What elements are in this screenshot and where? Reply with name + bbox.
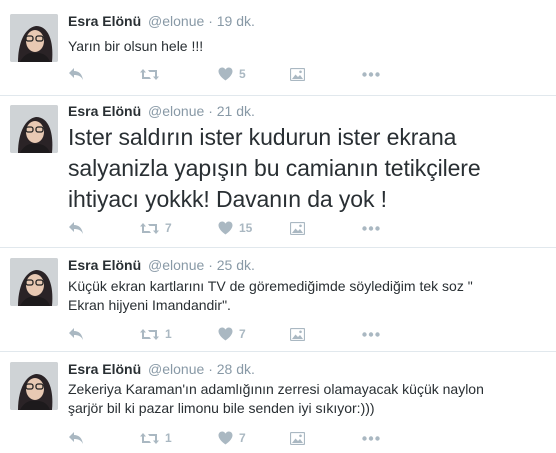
media-icon xyxy=(290,327,305,341)
retweet-button[interactable]: 1 xyxy=(140,326,172,342)
retweet-icon xyxy=(140,432,159,444)
retweet-icon xyxy=(140,328,159,340)
separator: · xyxy=(208,103,213,119)
media-icon xyxy=(290,431,305,445)
tweet-text-line: şarjör bil ki pazar limonu bile senden i… xyxy=(68,400,375,416)
tweet-actions: 1 7 xyxy=(68,430,548,446)
like-count: 7 xyxy=(239,327,246,341)
timestamp[interactable]: 25 dk. xyxy=(217,257,255,273)
media-icon xyxy=(290,67,305,81)
tweet-header: Esra Elönü @elonue · 19 dk. xyxy=(68,12,255,30)
reply-icon xyxy=(69,222,83,234)
tweet-actions: 1 7 xyxy=(68,326,548,342)
retweet-button[interactable]: 7 xyxy=(140,220,172,236)
author-handle[interactable]: @elonue xyxy=(148,257,204,273)
like-button[interactable]: 5 xyxy=(218,66,246,82)
reply-button[interactable] xyxy=(68,430,84,446)
tweet-text: Küçük ekran kartlarını TV de göremediğim… xyxy=(68,277,538,315)
author-name[interactable]: Esra Elönü xyxy=(68,103,141,119)
more-icon xyxy=(362,71,380,77)
media-icon xyxy=(290,221,305,235)
tweet-text-line: Ekran hijyeni Imandandir". xyxy=(68,297,231,313)
heart-icon xyxy=(218,431,233,445)
more-icon xyxy=(362,225,380,231)
tweet[interactable]: Esra Elönü @elonue · 25 dk. Küçük ekran … xyxy=(0,248,556,352)
reply-icon xyxy=(69,432,83,444)
tweet-header: Esra Elönü @elonue · 25 dk. xyxy=(68,256,255,274)
avatar[interactable] xyxy=(10,14,58,62)
timestamp[interactable]: 21 dk. xyxy=(217,103,255,119)
media-button[interactable] xyxy=(290,326,305,342)
more-icon xyxy=(362,435,380,441)
tweet-text-line: ihtiyacı yokkk! Davanın da yok ! xyxy=(68,186,387,212)
timestamp[interactable]: 19 dk. xyxy=(217,13,255,29)
more-button[interactable] xyxy=(362,66,380,82)
avatar[interactable] xyxy=(10,105,58,153)
more-button[interactable] xyxy=(362,326,380,342)
tweet[interactable]: Esra Elönü @elonue · 28 dk. Zekeriya Kar… xyxy=(0,352,556,453)
retweet-icon xyxy=(140,68,159,80)
tweet[interactable]: Esra Elönü @elonue · 21 dk. Ister saldır… xyxy=(0,96,556,248)
author-handle[interactable]: @elonue xyxy=(148,103,204,119)
reply-button[interactable] xyxy=(68,66,84,82)
reply-button[interactable] xyxy=(68,220,84,236)
like-count: 7 xyxy=(239,431,246,445)
separator: · xyxy=(208,13,213,29)
reply-icon xyxy=(69,328,83,340)
author-handle[interactable]: @elonue xyxy=(148,361,204,377)
retweet-count: 1 xyxy=(165,327,172,341)
retweet-button[interactable] xyxy=(140,66,165,82)
tweet-text: Yarın bir olsun hele !!! xyxy=(68,37,538,56)
tweet-actions: 5 xyxy=(68,66,548,82)
more-icon xyxy=(362,331,380,337)
like-button[interactable]: 7 xyxy=(218,430,246,446)
more-button[interactable] xyxy=(362,220,380,236)
reply-button[interactable] xyxy=(68,326,84,342)
avatar[interactable] xyxy=(10,362,58,410)
tweet-text-line: Yarın bir olsun hele !!! xyxy=(68,38,204,54)
heart-icon xyxy=(218,221,233,235)
media-button[interactable] xyxy=(290,220,305,236)
author-name[interactable]: Esra Elönü xyxy=(68,13,141,29)
author-name[interactable]: Esra Elönü xyxy=(68,361,141,377)
tweet-text-line: Ister saldırın ister kudurun ister ekran… xyxy=(68,124,457,150)
avatar[interactable] xyxy=(10,258,58,306)
retweet-icon xyxy=(140,222,159,234)
more-button[interactable] xyxy=(362,430,380,446)
retweet-count: 1 xyxy=(165,431,172,445)
like-button[interactable]: 7 xyxy=(218,326,246,342)
tweet-feed: Esra Elönü @elonue · 19 dk. Yarın bir ol… xyxy=(0,0,556,453)
tweet-header: Esra Elönü @elonue · 28 dk. xyxy=(68,360,255,378)
like-count: 5 xyxy=(239,67,246,81)
like-button[interactable]: 15 xyxy=(218,220,252,236)
author-handle[interactable]: @elonue xyxy=(148,13,204,29)
reply-icon xyxy=(69,68,83,80)
media-button[interactable] xyxy=(290,430,305,446)
retweet-count: 7 xyxy=(165,221,172,235)
tweet-header: Esra Elönü @elonue · 21 dk. xyxy=(68,102,255,120)
tweet-text: Zekeriya Karaman'ın adamlığının zerresi … xyxy=(68,380,538,418)
retweet-button[interactable]: 1 xyxy=(140,430,172,446)
heart-icon xyxy=(218,67,233,81)
heart-icon xyxy=(218,327,233,341)
tweet-text-line: Küçük ekran kartlarını TV de göremediğim… xyxy=(68,278,473,294)
tweet-text-line: salyanizla yapışın bu camianın tetikçile… xyxy=(68,155,481,181)
tweet-actions: 7 15 xyxy=(68,220,548,236)
author-name[interactable]: Esra Elönü xyxy=(68,257,141,273)
tweet-text-line: Zekeriya Karaman'ın adamlığının zerresi … xyxy=(68,381,484,397)
separator: · xyxy=(208,257,213,273)
media-button[interactable] xyxy=(290,66,305,82)
timestamp[interactable]: 28 dk. xyxy=(217,361,255,377)
tweet-text: Ister saldırın ister kudurun ister ekran… xyxy=(68,122,548,215)
separator: · xyxy=(208,361,213,377)
tweet[interactable]: Esra Elönü @elonue · 19 dk. Yarın bir ol… xyxy=(0,0,556,96)
like-count: 15 xyxy=(239,221,253,235)
